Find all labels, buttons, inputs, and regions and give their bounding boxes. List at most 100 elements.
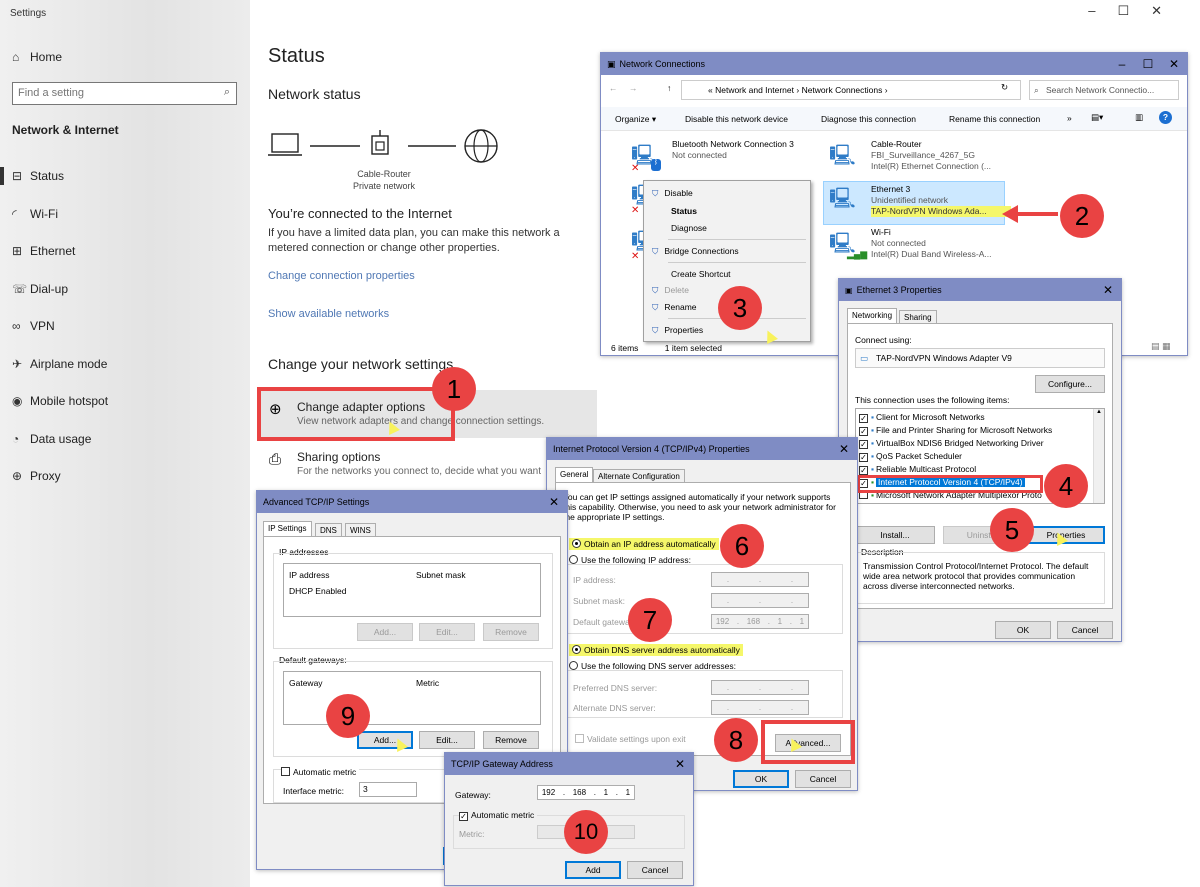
details-view-icon[interactable]: ▤ ▦ <box>1151 341 1171 352</box>
preview-pane-icon[interactable]: ▥ <box>1135 112 1143 123</box>
search-input[interactable] <box>18 83 213 103</box>
dialup-icon: ☏ <box>12 282 28 296</box>
validate-checkbox[interactable]: Validate settings upon exit <box>575 734 686 744</box>
gateway-edit-button[interactable]: Edit... <box>419 731 475 749</box>
ok-button[interactable]: OK <box>995 621 1051 639</box>
connection-wifi[interactable]: 🖳 ▂▄▆ Wi-Fi Not connected Intel(R) Dual … <box>829 227 1029 267</box>
close-button[interactable]: ✕ <box>1095 283 1121 297</box>
connection-ethernet3[interactable]: 🖳 Ethernet 3 Unidentified network TAP-No… <box>823 181 1011 225</box>
sharing-options-title[interactable]: Sharing options <box>297 450 380 464</box>
ip-edit-button[interactable]: Edit... <box>419 623 475 641</box>
menu-item-status[interactable]: Status <box>671 206 697 216</box>
network-component-icon: ▪ <box>871 464 875 474</box>
checkbox[interactable] <box>575 734 584 743</box>
radio[interactable] <box>572 539 581 548</box>
gateway-add-confirm-button[interactable]: Add <box>565 861 621 879</box>
tab-networking[interactable]: Networking <box>847 308 898 323</box>
sidebar-item-ethernet[interactable]: ⊞ Ethernet <box>12 244 75 258</box>
list-item[interactable]: ✓ ▪ VirtualBox NDIS6 Bridged Networking Dr… <box>859 437 1104 450</box>
sidebar-item-vpn[interactable]: ∞ VPN <box>12 319 55 333</box>
close-button[interactable]: ✕ <box>1161 57 1187 71</box>
list-scrollbar[interactable]: ▲ <box>1093 409 1104 503</box>
interface-metric-input[interactable]: 3 <box>359 782 417 797</box>
checkbox[interactable]: ✓ <box>859 466 868 475</box>
sidebar-item-proxy[interactable]: ⊕ Proxy <box>12 469 61 483</box>
tab-general[interactable]: General <box>555 467 594 482</box>
window-controls[interactable]: –☐✕ <box>1088 3 1184 19</box>
sidebar-item-data-usage[interactable]: ◔ Data usage <box>12 432 91 446</box>
checkbox[interactable]: ✓ <box>859 440 868 449</box>
up-icon[interactable]: ↑ <box>667 83 671 93</box>
menu-item-delete[interactable]: ⛉ Delete <box>652 285 689 296</box>
gateway-remove-button[interactable]: Remove <box>483 731 539 749</box>
radio[interactable] <box>569 661 578 670</box>
preferred-dns-field[interactable]: ... <box>711 680 809 695</box>
sidebar-item-airplane[interactable]: ✈ Airplane mode <box>12 357 107 371</box>
sidebar-item-status[interactable]: ⊟ Status <box>12 169 64 183</box>
settings-window-title: Settings <box>10 8 47 19</box>
list-item[interactable]: ✓ ▪ QoS Packet Scheduler <box>859 450 1104 463</box>
organize-menu[interactable]: Organize ▾ <box>615 114 656 125</box>
address-bar[interactable]: « Network and Internet › Network Connect… <box>681 80 1021 100</box>
checkbox[interactable]: ✓ <box>859 453 868 462</box>
gateway-cancel-button[interactable]: Cancel <box>627 861 683 879</box>
diagnose-connection-button[interactable]: Diagnose this connection <box>821 114 916 124</box>
menu-item-bridge[interactable]: ⛉ Bridge Connections <box>652 246 739 257</box>
more-commands-button[interactable]: » <box>1067 113 1072 123</box>
search-box[interactable]: ⌕ <box>12 82 237 105</box>
help-icon[interactable]: ? <box>1159 111 1172 124</box>
menu-item-properties[interactable]: ⛉ Properties <box>652 325 703 336</box>
install-button[interactable]: Install... <box>855 526 935 544</box>
radio-obtain-dns-auto[interactable]: Obtain DNS server address automatically <box>569 644 743 656</box>
checkbox[interactable]: ✓ <box>459 812 468 821</box>
connection-cable-router[interactable]: 🖳 Cable-Router FBI_Surveillance_4267_5G … <box>829 139 1029 179</box>
subnet-mask-field[interactable]: ... <box>711 593 809 608</box>
close-button[interactable]: ✕ <box>541 495 567 509</box>
sidebar-home[interactable]: ⌂ Home <box>12 50 62 64</box>
show-available-networks-link[interactable]: Show available networks <box>268 308 389 320</box>
radio[interactable] <box>572 645 581 654</box>
close-button[interactable]: ✕ <box>831 442 857 456</box>
ip-remove-button[interactable]: Remove <box>483 623 539 641</box>
maximize-button[interactable]: ☐ <box>1135 57 1161 71</box>
back-icon[interactable]: ← <box>609 83 618 93</box>
view-icon[interactable]: ▤▾ <box>1091 112 1103 123</box>
monitor-icon: 🖳 <box>829 145 856 167</box>
menu-item-create-shortcut[interactable]: Create Shortcut <box>671 269 731 279</box>
cancel-button[interactable]: Cancel <box>795 770 851 788</box>
checkbox[interactable] <box>281 767 290 776</box>
tab-ip-settings[interactable]: IP Settings <box>263 521 312 536</box>
cancel-button[interactable]: Cancel <box>1057 621 1113 639</box>
menu-item-diagnose[interactable]: Diagnose <box>671 223 707 233</box>
checkbox[interactable]: ✓ <box>859 414 868 423</box>
menu-item-rename[interactable]: ⛉ Rename <box>652 302 697 313</box>
netconn-search[interactable]: ⌕ Search Network Connectio... <box>1029 80 1179 100</box>
radio-obtain-ip-auto[interactable]: Obtain an IP address automatically <box>569 538 719 550</box>
list-item[interactable]: ✓ ▪ Client for Microsoft Networks <box>859 411 1104 424</box>
ip-address-field[interactable]: ... <box>711 572 809 587</box>
automatic-metric-checkbox[interactable]: Automatic metric <box>281 767 360 777</box>
checkbox[interactable]: ✓ <box>859 427 868 436</box>
configure-button[interactable]: Configure... <box>1035 375 1105 393</box>
network-folder-icon: ▣ <box>607 58 616 69</box>
ip-add-button[interactable]: Add... <box>357 623 413 641</box>
sidebar-item-dialup[interactable]: ☏ Dial-up <box>12 282 68 296</box>
disable-device-button[interactable]: Disable this network device <box>685 114 788 124</box>
minimize-button[interactable]: – <box>1109 57 1135 71</box>
radio[interactable] <box>569 555 578 564</box>
menu-item-disable[interactable]: ⛉ Disable <box>652 188 693 199</box>
close-button[interactable]: ✕ <box>667 757 693 771</box>
sidebar-item-wifi[interactable]: ◜ Wi-Fi <box>12 207 58 221</box>
refresh-icon[interactable]: ↻ <box>1001 82 1008 93</box>
list-item[interactable]: ✓ ▪ File and Printer Sharing for Microsoft… <box>859 424 1104 437</box>
gateway-automatic-metric-checkbox[interactable]: ✓ Automatic metric <box>459 810 538 821</box>
alternate-dns-field[interactable]: ... <box>711 700 809 715</box>
forward-icon[interactable]: → <box>629 83 638 93</box>
sidebar-item-hotspot[interactable]: ◉ Mobile hotspot <box>12 394 108 408</box>
default-gateway-field[interactable]: 192. 168. 1. 1 <box>711 614 809 629</box>
connection-bluetooth[interactable]: 🖳 ✕ ᛒ Bluetooth Network Connection 3 Not… <box>631 139 811 179</box>
rename-connection-button[interactable]: Rename this connection <box>949 114 1040 124</box>
change-connection-properties-link[interactable]: Change connection properties <box>268 270 415 282</box>
ok-button[interactable]: OK <box>733 770 789 788</box>
gateway-input[interactable]: 192. 168. 1. 1 <box>537 785 635 800</box>
